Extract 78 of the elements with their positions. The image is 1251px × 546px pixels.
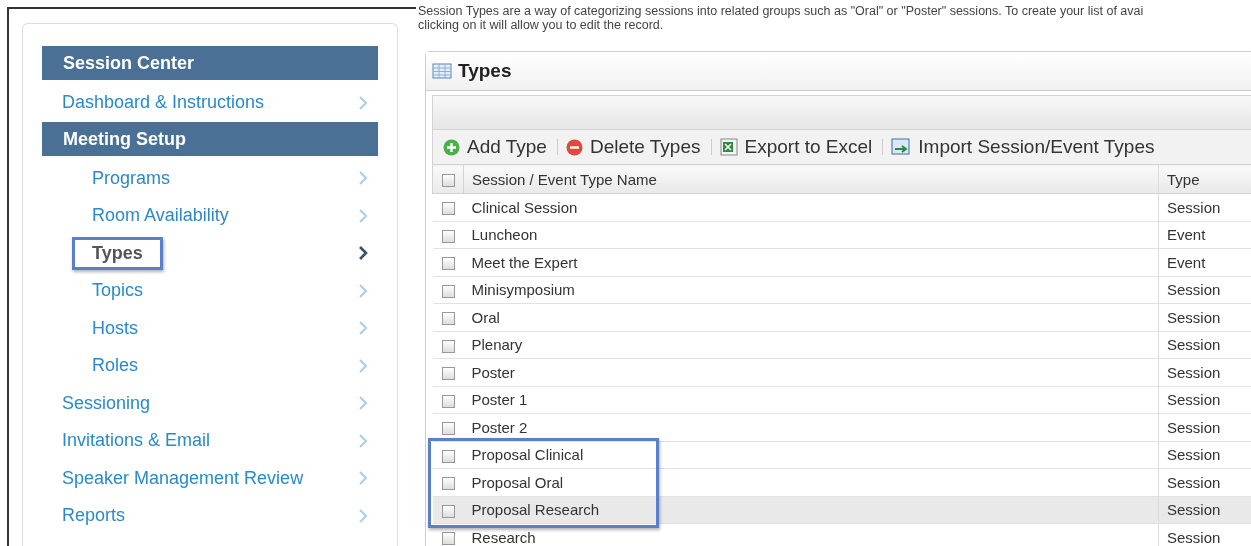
table-cell: Session: [1158, 413, 1251, 441]
row-checkbox[interactable]: [441, 229, 455, 243]
toolbar-button[interactable]: Import Session/Event Types: [891, 136, 1161, 158]
import-icon: [891, 138, 912, 156]
table-cell: Luncheon: [463, 221, 1159, 249]
table-cell: Proposal Research: [463, 496, 1159, 524]
table-cell: Session: [1158, 468, 1251, 496]
toolbar-button[interactable]: Add Type: [443, 136, 553, 158]
sidebar-item[interactable]: Roles: [42, 347, 378, 385]
row-checkbox[interactable]: [441, 174, 455, 188]
spreadsheet-icon: [719, 138, 738, 156]
row-checkbox[interactable]: [441, 312, 455, 326]
table-cell: Session: [1158, 331, 1251, 359]
row-checkbox[interactable]: [441, 422, 455, 436]
table-cell: Poster 1: [463, 386, 1159, 414]
table-cell: Clinical Session: [463, 193, 1159, 221]
row-checkbox[interactable]: [441, 202, 455, 216]
table-cell: Plenary: [463, 331, 1159, 359]
sidebar-item[interactable]: Invitations & Email: [42, 422, 378, 460]
table-cell: Proposal Clinical: [463, 441, 1159, 469]
chevron-icon: [358, 358, 368, 373]
chevron-icon: [358, 396, 368, 411]
intro-text: Session Types are a way of categorizing sessions into related groups such as "Oral" or "Poster" sessions. To create your list of avai: [418, 4, 1145, 18]
chevron-icon: [358, 433, 368, 448]
table-cell: Session: [1158, 303, 1251, 331]
table-icon: [432, 63, 452, 79]
plus-icon: [443, 138, 460, 156]
sidebar-item[interactable]: Speaker Management Review: [42, 459, 378, 497]
table-cell: Event: [1158, 221, 1251, 249]
chevron-icon: [358, 283, 368, 298]
table-cell: Research: [463, 523, 1159, 546]
table-cell: Session: [1158, 523, 1251, 546]
table-cell: Session: [1158, 386, 1251, 414]
sidebar-item[interactable]: Topics: [42, 272, 378, 310]
row-checkbox[interactable]: [441, 532, 455, 546]
row-checkbox[interactable]: [441, 449, 455, 463]
chevron-icon: [358, 95, 368, 110]
chevron-icon: [358, 208, 368, 223]
row-checkbox[interactable]: [441, 257, 455, 271]
sidebar-item[interactable]: Dashboard & Instructions: [42, 84, 378, 122]
table-cell: Poster 2: [463, 413, 1159, 441]
table-cell: Meet the Expert: [463, 248, 1159, 276]
table-cell: Oral: [463, 303, 1159, 331]
table-cell: Minisymposium: [463, 276, 1159, 304]
row-checkbox[interactable]: [441, 477, 455, 491]
panel-title: Types: [458, 60, 512, 82]
row-checkbox[interactable]: [441, 339, 455, 353]
column-header[interactable]: Session / Event Type Name: [463, 164, 1159, 194]
column-header[interactable]: Type: [1158, 164, 1251, 194]
sidebar-item[interactable]: Programs: [42, 159, 378, 197]
row-checkbox[interactable]: [441, 504, 455, 518]
sidebar-item[interactable]: Reports: [42, 497, 378, 535]
row-checkbox[interactable]: [441, 284, 455, 298]
sidebar-item[interactable]: Hosts: [42, 309, 378, 347]
table-cell: Event: [1158, 248, 1251, 276]
chevron-icon: [358, 321, 368, 336]
section-header: Meeting Setup: [42, 121, 378, 156]
toolbar-button[interactable]: Export to Excel: [719, 136, 879, 158]
sidebar-item[interactable]: Sessioning: [42, 384, 378, 422]
table-cell: Session: [1158, 496, 1251, 524]
table-cell: Session: [1158, 193, 1251, 221]
row-checkbox[interactable]: [441, 394, 455, 408]
intro-text: clicking on it will allow you to edit the record.: [418, 18, 665, 32]
table-cell: Proposal Oral: [463, 468, 1159, 496]
table-cell: Session: [1158, 276, 1251, 304]
sidebar-item[interactable]: Room Availability: [42, 197, 378, 235]
chevron-icon: [358, 246, 368, 261]
section-header: Session Center: [42, 46, 378, 80]
minus-icon: [565, 138, 583, 156]
table-cell: Session: [1158, 358, 1251, 386]
row-checkbox[interactable]: [441, 367, 455, 381]
sidebar-item[interactable]: Types: [42, 234, 378, 272]
chevron-icon: [358, 171, 368, 186]
chevron-icon: [358, 508, 368, 523]
chevron-icon: [358, 471, 368, 486]
toolbar-button[interactable]: Delete Types: [565, 136, 707, 158]
table-cell: Session: [1158, 441, 1251, 469]
table-cell: Poster: [463, 358, 1159, 386]
